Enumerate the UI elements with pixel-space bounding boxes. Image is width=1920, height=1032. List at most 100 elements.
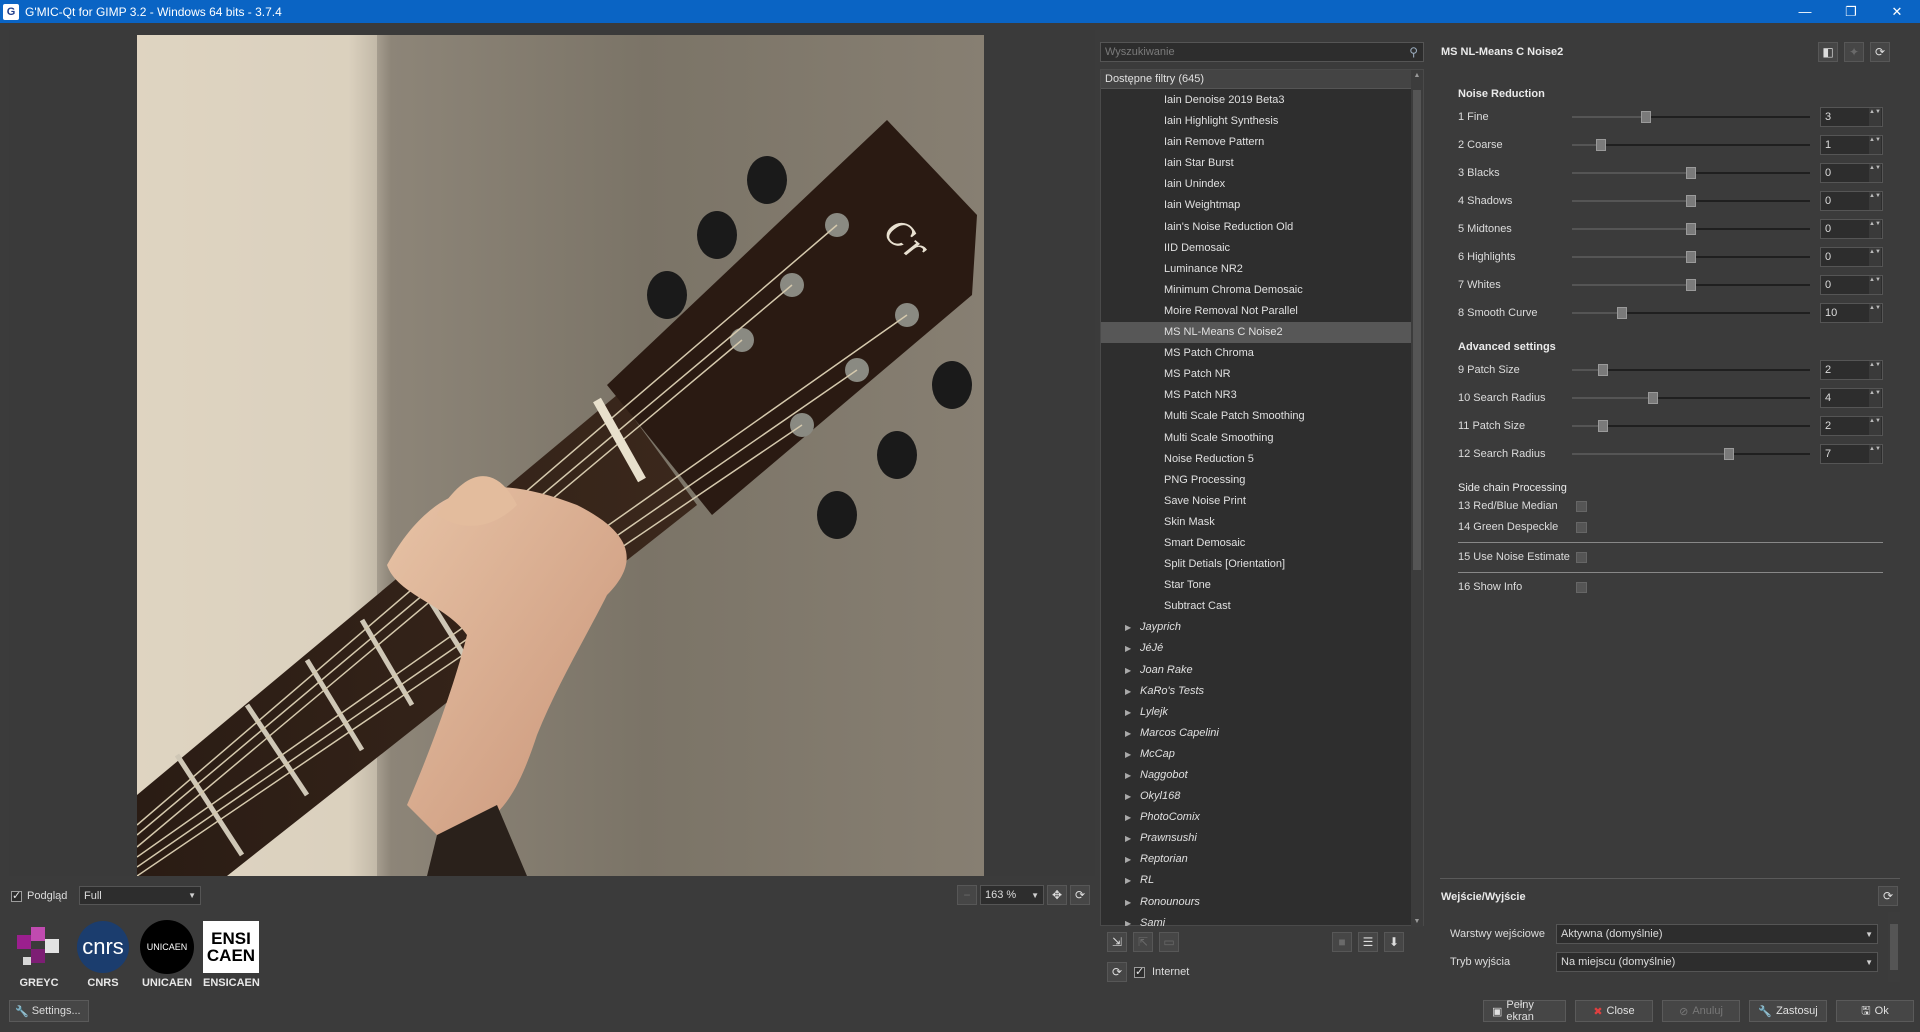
slider-handle[interactable] bbox=[1686, 279, 1696, 291]
filter-item[interactable]: Moire Removal Not Parallel bbox=[1101, 301, 1411, 322]
slider-handle[interactable] bbox=[1686, 195, 1696, 207]
apply-button[interactable]: 🔧 Zastosuj bbox=[1749, 1000, 1827, 1022]
expand-arrow-icon[interactable]: ▶ bbox=[1125, 744, 1140, 765]
settings-button[interactable]: 🔧 Settings... bbox=[9, 1000, 89, 1022]
filter-folder[interactable]: ▶ Prawnsushi bbox=[1101, 828, 1411, 849]
param-spinbox[interactable]: 10 ▲▼ bbox=[1820, 303, 1883, 323]
filter-item[interactable]: Star Tone bbox=[1101, 575, 1411, 596]
expand-arrow-icon[interactable]: ▶ bbox=[1125, 681, 1140, 702]
param-checkbox[interactable] bbox=[1576, 551, 1587, 563]
refresh-preview-button[interactable]: ⟳ bbox=[1070, 885, 1090, 905]
param-spinbox[interactable]: 2 ▲▼ bbox=[1820, 416, 1883, 436]
filter-item[interactable]: Multi Scale Smoothing bbox=[1101, 428, 1411, 449]
slider-handle[interactable] bbox=[1640, 111, 1651, 123]
param-check-row[interactable]: 15 Use Noise Estimate bbox=[1458, 551, 1587, 563]
spin-arrows-icon[interactable]: ▲▼ bbox=[1869, 304, 1881, 322]
scroll-up-icon[interactable]: ▲ bbox=[1411, 72, 1423, 79]
ensicaen-logo[interactable]: ENSI CAEN ENSICAEN bbox=[203, 919, 260, 989]
param-spinbox[interactable]: 4 ▲▼ bbox=[1820, 388, 1883, 408]
filter-item[interactable]: Iain Star Burst bbox=[1101, 153, 1411, 174]
spin-arrows-icon[interactable]: ▲▼ bbox=[1869, 361, 1881, 379]
filter-item[interactable]: MS NL-Means C Noise2 bbox=[1101, 322, 1411, 344]
filter-folder[interactable]: ▶ Samj bbox=[1101, 913, 1411, 926]
param-slider[interactable] bbox=[1572, 307, 1810, 319]
expand-arrow-icon[interactable]: ▶ bbox=[1125, 786, 1140, 807]
filter-folder[interactable]: ▶ Okyl168 bbox=[1101, 786, 1411, 807]
param-slider[interactable] bbox=[1572, 111, 1810, 123]
color-icon[interactable]: ■ bbox=[1332, 932, 1352, 952]
scroll-down-icon[interactable]: ▼ bbox=[1411, 918, 1423, 925]
unicaen-logo[interactable]: UNICAEN UNICAEN bbox=[139, 919, 195, 989]
filter-folder[interactable]: ▶ Marcos Capelini bbox=[1101, 723, 1411, 744]
filter-item[interactable]: Luminance NR2 bbox=[1101, 259, 1411, 280]
expand-arrow-icon[interactable]: ▶ bbox=[1125, 828, 1140, 849]
filter-folder[interactable]: ▶ Ronounours bbox=[1101, 892, 1411, 913]
slider-handle[interactable] bbox=[1686, 251, 1696, 263]
param-slider[interactable] bbox=[1572, 251, 1810, 263]
filter-item[interactable]: Split Detials [Orientation] bbox=[1101, 554, 1411, 575]
spin-arrows-icon[interactable]: ▲▼ bbox=[1869, 417, 1881, 435]
preview-mode-select[interactable]: Full ▼ bbox=[79, 886, 201, 905]
param-spinbox[interactable]: 2 ▲▼ bbox=[1820, 360, 1883, 380]
param-slider[interactable] bbox=[1572, 279, 1810, 291]
slider-handle[interactable] bbox=[1597, 420, 1608, 432]
param-slider[interactable] bbox=[1572, 167, 1810, 179]
slider-handle[interactable] bbox=[1647, 392, 1658, 404]
filter-item[interactable]: Multi Scale Patch Smoothing bbox=[1101, 406, 1411, 427]
slider-handle[interactable] bbox=[1686, 167, 1696, 179]
zoom-out-button[interactable]: − bbox=[957, 885, 977, 905]
expand-arrow-icon[interactable]: ▶ bbox=[1125, 702, 1140, 723]
param-slider[interactable] bbox=[1572, 223, 1810, 235]
param-slider[interactable] bbox=[1572, 392, 1810, 404]
expand-arrow-icon[interactable]: ▶ bbox=[1125, 765, 1140, 786]
preview-image[interactable]: Cr bbox=[137, 35, 984, 876]
cancel-button[interactable]: ⊘ Anuluj bbox=[1662, 1000, 1740, 1022]
filter-item[interactable]: Iain's Noise Reduction Old bbox=[1101, 217, 1411, 238]
param-check-row[interactable]: 13 Red/Blue Median bbox=[1458, 500, 1587, 512]
download-icon[interactable]: ⬇ bbox=[1384, 932, 1404, 952]
spin-arrows-icon[interactable]: ▲▼ bbox=[1869, 445, 1881, 463]
minimize-button[interactable]: — bbox=[1782, 0, 1828, 23]
param-slider[interactable] bbox=[1572, 448, 1810, 460]
spin-arrows-icon[interactable]: ▲▼ bbox=[1869, 389, 1881, 407]
refresh-io-icon[interactable]: ⟳ bbox=[1878, 886, 1898, 906]
slider-handle[interactable] bbox=[1686, 223, 1696, 235]
add-fave-icon[interactable]: ⇲ bbox=[1107, 932, 1127, 952]
scrollbar-thumb[interactable] bbox=[1413, 90, 1421, 570]
filter-item[interactable]: Minimum Chroma Demosaic bbox=[1101, 280, 1411, 301]
filter-item[interactable]: Save Noise Print bbox=[1101, 491, 1411, 512]
remove-fave-icon[interactable]: ⇱ bbox=[1133, 932, 1153, 952]
filter-folder[interactable]: ▶ Naggobot bbox=[1101, 765, 1411, 786]
scrollbar-thumb[interactable] bbox=[1890, 924, 1898, 970]
filter-scrollbar[interactable]: ▲ ▼ bbox=[1411, 70, 1423, 927]
spin-arrows-icon[interactable]: ▲▼ bbox=[1869, 136, 1881, 154]
filter-item[interactable]: Subtract Cast bbox=[1101, 596, 1411, 617]
expand-arrow-icon[interactable]: ▶ bbox=[1125, 849, 1140, 870]
filter-item[interactable]: Iain Denoise 2019 Beta3 bbox=[1101, 90, 1411, 111]
filter-folder[interactable]: ▶ Reptorian bbox=[1101, 849, 1411, 870]
slider-handle[interactable] bbox=[1597, 364, 1608, 376]
filter-item[interactable]: MS Patch Chroma bbox=[1101, 343, 1411, 364]
param-spinbox[interactable]: 1 ▲▼ bbox=[1820, 135, 1883, 155]
param-spinbox[interactable]: 7 ▲▼ bbox=[1820, 444, 1883, 464]
internet-checkbox[interactable] bbox=[1134, 965, 1145, 978]
filter-item[interactable]: Skin Mask bbox=[1101, 512, 1411, 533]
close-window-button[interactable]: ✕ bbox=[1874, 0, 1920, 23]
filter-item[interactable]: Noise Reduction 5 bbox=[1101, 449, 1411, 470]
filter-item[interactable]: IID Demosaic bbox=[1101, 238, 1411, 259]
output-mode-select[interactable]: Na miejscu (domyślnie) ▼ bbox=[1556, 952, 1878, 972]
param-checkbox[interactable] bbox=[1576, 581, 1587, 593]
filter-item[interactable]: Smart Demosaic bbox=[1101, 533, 1411, 554]
filter-folder[interactable]: ▶ JéJé bbox=[1101, 638, 1411, 659]
cnrs-logo[interactable]: cnrs CNRS bbox=[75, 919, 131, 989]
spin-arrows-icon[interactable]: ▲▼ bbox=[1869, 248, 1881, 266]
param-spinbox[interactable]: 0 ▲▼ bbox=[1820, 191, 1883, 211]
rename-fave-icon[interactable]: ▭ bbox=[1159, 932, 1179, 952]
ok-button[interactable]: 🖫 Ok bbox=[1836, 1000, 1914, 1022]
spin-arrows-icon[interactable]: ▲▼ bbox=[1869, 276, 1881, 294]
close-button[interactable]: ✖ Close bbox=[1575, 1000, 1653, 1022]
zoom-combo[interactable]: 163 % ▼ bbox=[980, 885, 1044, 905]
search-input[interactable]: Wyszukiwanie ⚲ bbox=[1100, 42, 1424, 62]
filter-item[interactable]: Iain Weightmap bbox=[1101, 195, 1411, 216]
param-checkbox[interactable] bbox=[1576, 500, 1587, 512]
